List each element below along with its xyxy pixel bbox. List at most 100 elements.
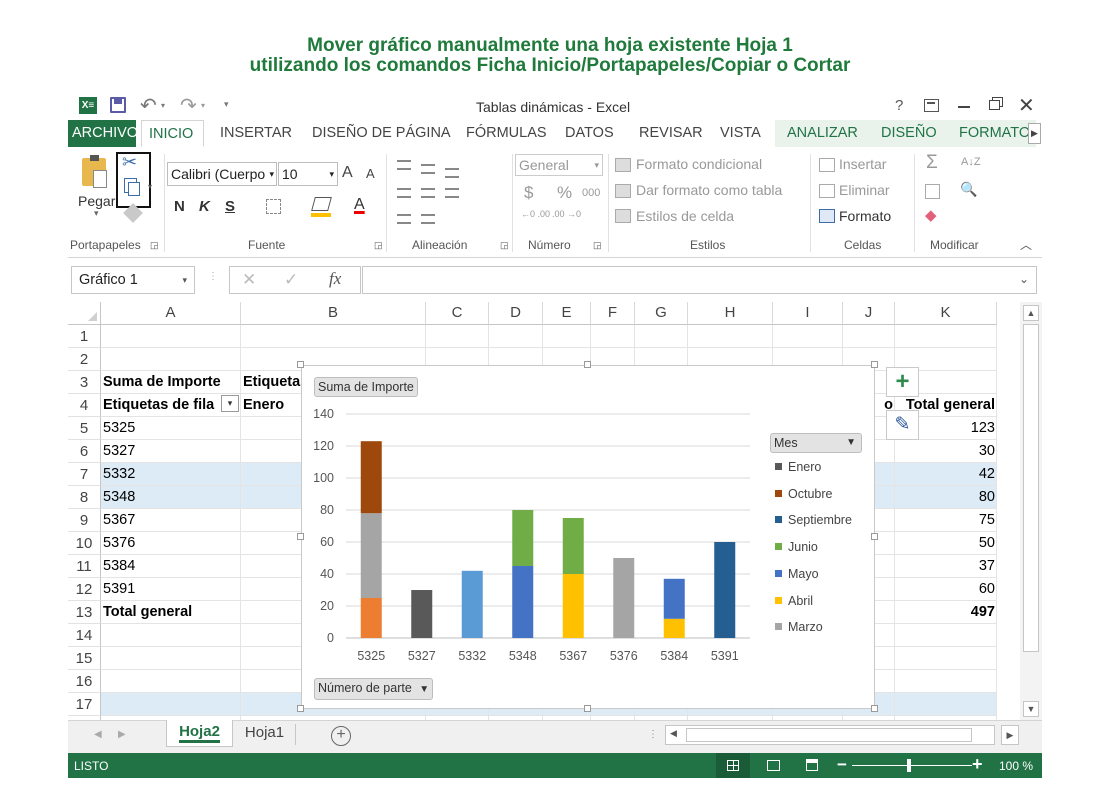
clear-button[interactable]: ◆: [925, 206, 937, 224]
row-header-9[interactable]: 9: [68, 509, 101, 532]
row-header-5[interactable]: 5: [68, 417, 101, 440]
page-layout-view-icon[interactable]: [767, 760, 780, 771]
currency-button[interactable]: $: [524, 183, 533, 203]
cell-styles-button[interactable]: Estilos de celda: [636, 208, 734, 224]
tab-formato[interactable]: FORMATO: [959, 125, 1030, 141]
column-header-A[interactable]: A: [101, 302, 241, 325]
cell-A6[interactable]: 5327: [103, 440, 239, 463]
alignment-icons[interactable]: [397, 158, 497, 226]
numero-launcher-icon[interactable]: ◲: [593, 240, 602, 251]
legend-item-octubre[interactable]: Octubre: [775, 487, 832, 501]
undo-dropdown-icon[interactable]: ▾: [161, 101, 165, 110]
tab-inicio[interactable]: INICIO: [141, 120, 204, 147]
row-header-6[interactable]: 6: [68, 440, 101, 463]
decrease-decimal-button[interactable]: .00 →0: [552, 209, 581, 219]
tab-split-grip-icon[interactable]: ⋮: [648, 729, 658, 740]
font-name-select[interactable]: Calibri (Cuerpo ▾: [167, 162, 277, 186]
legend-item-junio[interactable]: Junio: [775, 540, 818, 554]
row-header-10[interactable]: 10: [68, 532, 101, 555]
tab-scroll-right-icon[interactable]: ▶: [1028, 123, 1041, 144]
scroll-right-icon[interactable]: ▶: [1001, 725, 1019, 745]
borders-icon[interactable]: [266, 199, 281, 214]
row-header-7[interactable]: 7: [68, 463, 101, 486]
cell-A12[interactable]: 5391: [103, 578, 239, 601]
number-format-select[interactable]: General ▾: [515, 154, 603, 176]
expand-formula-icon[interactable]: ⌄: [1019, 272, 1029, 286]
row-header-13[interactable]: 13: [68, 601, 101, 624]
cut-icon[interactable]: ✂: [122, 152, 137, 173]
cell-K10[interactable]: 50: [897, 532, 995, 555]
formula-input[interactable]: [362, 266, 1037, 294]
ribbon-display-icon[interactable]: [924, 99, 939, 112]
legend-item-marzo[interactable]: Marzo: [775, 620, 823, 634]
column-header-J[interactable]: J: [843, 302, 895, 325]
cell-K12[interactable]: 60: [897, 578, 995, 601]
delete-cells-button[interactable]: Eliminar: [839, 182, 890, 198]
row-header-4[interactable]: 4: [68, 394, 101, 417]
customize-qat-icon[interactable]: ▾: [224, 99, 229, 110]
cell-A4[interactable]: Etiquetas de fila: [103, 394, 239, 417]
enter-formula-icon[interactable]: ✓: [284, 270, 298, 290]
tab-archivo[interactable]: ARCHIVO: [68, 120, 138, 147]
pivot-chart[interactable]: 0 20 40 60 80 100 120 140 5325 5327 5332 5348 5367 53…: [297, 361, 878, 712]
row-header-8[interactable]: 8: [68, 486, 101, 509]
normal-view-button[interactable]: [716, 753, 750, 778]
insert-function-icon[interactable]: fx: [329, 269, 341, 289]
portapapeles-launcher-icon[interactable]: ◲: [150, 240, 159, 251]
italic-button[interactable]: K: [199, 198, 210, 215]
copy-dropdown-icon[interactable]: ▾: [148, 182, 152, 191]
column-header-C[interactable]: C: [426, 302, 489, 325]
chart-resize-handle[interactable]: [584, 361, 591, 368]
chart-elements-button[interactable]: +: [886, 367, 919, 397]
cell-A11[interactable]: 5384: [103, 555, 239, 578]
legend-item-enero[interactable]: Enero: [775, 460, 821, 474]
chart-resize-handle[interactable]: [297, 705, 304, 712]
column-header-K[interactable]: K: [895, 302, 997, 325]
zoom-slider-track[interactable]: [852, 765, 972, 766]
scroll-down-icon[interactable]: ▼: [1023, 701, 1039, 717]
tab-vista[interactable]: VISTA: [720, 125, 761, 141]
row-header-3[interactable]: 3: [68, 371, 101, 394]
help-button[interactable]: ?: [895, 97, 903, 114]
grow-font-button[interactable]: A: [342, 164, 353, 182]
select-all-corner[interactable]: [68, 302, 101, 325]
name-box[interactable]: Gráfico 1 ▾: [71, 266, 195, 294]
close-icon[interactable]: ✕: [1018, 93, 1035, 118]
fill-icon[interactable]: [925, 184, 940, 199]
vertical-scroll-thumb[interactable]: [1023, 324, 1039, 652]
collapse-ribbon-icon[interactable]: ︿: [1020, 236, 1032, 253]
cell-A13[interactable]: Total general: [103, 601, 239, 624]
undo-icon[interactable]: ↶: [140, 93, 157, 118]
add-sheet-button[interactable]: +: [331, 726, 351, 746]
shrink-font-button[interactable]: A: [366, 166, 375, 181]
scroll-up-icon[interactable]: ▲: [1023, 305, 1039, 321]
thousands-button[interactable]: 000: [582, 187, 600, 199]
row-header-2[interactable]: 2: [68, 348, 101, 371]
cell-K6[interactable]: 30: [897, 440, 995, 463]
legend-field-button[interactable]: Mes ▼: [770, 433, 862, 453]
restore-icon[interactable]: [989, 100, 1000, 110]
chart-resize-handle[interactable]: [871, 361, 878, 368]
cell-K7[interactable]: 42: [897, 463, 995, 486]
tab-revisar[interactable]: REVISAR: [639, 125, 703, 141]
cell-K13[interactable]: 497: [897, 601, 995, 624]
chart-resize-handle[interactable]: [584, 705, 591, 712]
tab-diseno[interactable]: DISEÑO: [881, 125, 937, 141]
redo-icon[interactable]: ↷: [180, 93, 197, 118]
find-select-button[interactable]: 🔍: [960, 181, 977, 198]
cancel-formula-icon[interactable]: ✕: [242, 270, 256, 290]
cell-A9[interactable]: 5367: [103, 509, 239, 532]
font-size-select[interactable]: 10 ▾: [278, 162, 338, 186]
sheet-tab-hoja1[interactable]: Hoja1: [234, 724, 296, 745]
tab-analizar[interactable]: ANALIZAR: [787, 125, 858, 141]
row-header-16[interactable]: 16: [68, 670, 101, 693]
cell-K9[interactable]: 75: [897, 509, 995, 532]
tab-formulas[interactable]: FÓRMULAS: [466, 125, 547, 141]
increase-decimal-button[interactable]: ←0 .00: [521, 209, 550, 219]
zoom-slider-thumb[interactable]: [907, 759, 911, 772]
tab-datos[interactable]: DATOS: [565, 125, 614, 141]
minimize-icon[interactable]: [958, 106, 970, 108]
vertical-scrollbar[interactable]: ▲ ▼: [1020, 302, 1042, 720]
redo-dropdown-icon[interactable]: ▾: [201, 101, 205, 110]
zoom-out-button[interactable]: −: [837, 755, 847, 775]
